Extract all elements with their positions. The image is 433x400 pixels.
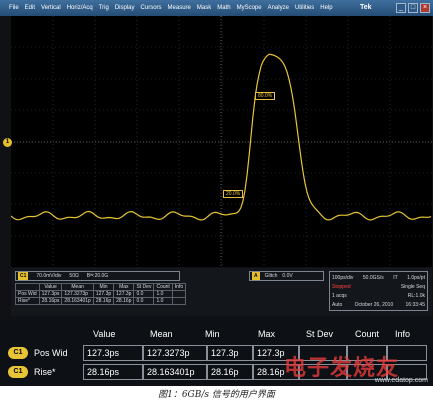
- menu-item-math[interactable]: Math: [214, 0, 233, 16]
- mini-header: Count: [153, 283, 173, 291]
- cell-mean: 127.3273p: [143, 345, 207, 361]
- header-stdev: St Dev: [306, 329, 334, 339]
- oscilloscope-window: File Edit Vertical Horiz/Acq Trig Display Curs…: [0, 0, 433, 386]
- watermark: 电子发烧友 www.edatop.com: [284, 350, 432, 384]
- figure-caption: 图1：6GB/s 信号的用户界面: [158, 390, 275, 400]
- menu-item-utilities[interactable]: Utilities: [292, 0, 317, 16]
- brand-logo: Tek: [360, 4, 372, 11]
- minimize-icon[interactable]: _: [396, 3, 406, 13]
- mini-cell: Rise*: [15, 297, 40, 305]
- measurement-name: Pos Wid: [34, 348, 68, 358]
- mini-header: Min: [92, 283, 115, 291]
- channel-chip: C1: [18, 272, 29, 280]
- time-scale: 100ps/div: [332, 275, 354, 281]
- mini-header: [15, 283, 40, 291]
- header-value: Value: [93, 329, 116, 339]
- channel-chip: C1: [8, 366, 28, 378]
- mini-cell: 0.0: [133, 297, 155, 305]
- header-count: Count: [355, 329, 380, 339]
- acq-mode: IT: [393, 275, 398, 281]
- menu-item-mask[interactable]: Mask: [194, 0, 214, 16]
- impedance: 50Ω: [69, 273, 79, 279]
- ref-level-low: 20.0%: [223, 190, 244, 198]
- menu-item-file[interactable]: File: [6, 0, 22, 16]
- close-icon[interactable]: ×: [420, 3, 430, 13]
- menu-item-help[interactable]: Help: [317, 0, 335, 16]
- table-row[interactable]: Rise* 28.16ps 28.163401p 28.16p 28.16p 0…: [15, 297, 187, 305]
- mini-header: Value: [38, 283, 63, 291]
- mini-cell: Pos Wid: [15, 290, 40, 298]
- menu-item-trig[interactable]: Trig: [96, 0, 112, 16]
- run-state: Stopped: [332, 284, 351, 290]
- menu-items: File Edit Vertical Horiz/Acq Trig Display Curs…: [0, 0, 336, 16]
- record-length: RL:1.0k: [407, 293, 425, 299]
- mini-cell: 127.3p: [113, 290, 135, 298]
- mini-cell: [171, 290, 187, 298]
- mini-header: St Dev: [133, 283, 155, 291]
- mini-measure-table: Value Mean Min Max St Dev Count Info Pos…: [15, 283, 187, 305]
- date-label: Auto: [332, 302, 343, 308]
- mini-cell: 0.0: [133, 290, 155, 298]
- channel-1-marker[interactable]: 1: [3, 138, 12, 147]
- menu-item-display[interactable]: Display: [112, 0, 138, 16]
- restore-icon[interactable]: □: [408, 3, 418, 13]
- menu-item-myscope[interactable]: MyScope: [234, 0, 265, 16]
- mini-cell: 1.0: [153, 297, 173, 305]
- mini-cell: [171, 297, 187, 305]
- menu-item-measure[interactable]: Measure: [165, 0, 194, 16]
- waveform-display[interactable]: 80.0% 20.0%: [11, 16, 432, 267]
- mini-header: Info: [171, 283, 187, 291]
- mini-cell: 28.16p: [92, 297, 115, 305]
- mini-header: Mean: [61, 283, 94, 291]
- acq-count: 1 acqs: [332, 293, 347, 299]
- resolution: 1.0ps/pt: [407, 275, 425, 281]
- mini-cell: 127.3p: [92, 290, 115, 298]
- channel-chip: C1: [8, 347, 28, 359]
- bandwidth: Bᵂ:20.0G: [86, 273, 109, 279]
- cell-min: 28.16p: [207, 364, 253, 380]
- watermark-url: www.edatop.com: [374, 377, 428, 384]
- vertical-scale: 70.0mV/div: [36, 273, 62, 279]
- mini-cell: 28.16ps: [38, 297, 63, 305]
- menu-item-analyze[interactable]: Analyze: [265, 0, 292, 16]
- mini-cell: 127.3ps: [38, 290, 63, 298]
- measurement-name: Rise*: [34, 367, 56, 377]
- status-strip: C1 70.0mV/div 50Ω Bᵂ:20.0G A Glitch 0.0V…: [11, 268, 432, 316]
- cell-value: 28.16ps: [83, 364, 143, 380]
- trigger-chip: A: [252, 272, 260, 280]
- date: October 26, 2010: [354, 302, 394, 308]
- acquisition-readout[interactable]: 100ps/div 50.0GS/s IT 1.0ps/pt Stopped S…: [329, 271, 428, 311]
- menu-item-vertical[interactable]: Vertical: [38, 0, 64, 16]
- mini-cell: 28.16p: [113, 297, 135, 305]
- trigger-readout[interactable]: A Glitch 0.0V: [249, 271, 324, 281]
- cell-min: 127.3p: [207, 345, 253, 361]
- ref-level-high: 80.0%: [255, 92, 276, 100]
- mini-header: Max: [113, 283, 135, 291]
- menu-item-edit[interactable]: Edit: [22, 0, 38, 16]
- mini-cell: 1.0: [153, 290, 173, 298]
- trigger-level: 0.0V: [282, 273, 293, 279]
- menu-item-horiz-acq[interactable]: Horiz/Acq: [64, 0, 96, 16]
- sample-rate: 50.0GS/s: [362, 275, 384, 281]
- graticule: [11, 16, 432, 267]
- trigger-type: Glitch: [264, 273, 278, 279]
- menu-item-cursors[interactable]: Cursors: [138, 0, 165, 16]
- table-row[interactable]: Pos Wid 127.3ps 127.3273p 127.3p 127.3p …: [15, 290, 187, 298]
- header-mean: Mean: [150, 329, 173, 339]
- mini-cell: 127.3273p: [61, 290, 94, 298]
- channel-readout[interactable]: C1 70.0mV/div 50Ω Bᵂ:20.0G: [15, 271, 180, 281]
- time: 16:33:45: [405, 302, 425, 308]
- sequence-mode: Single Seq: [400, 284, 425, 290]
- header-max: Max: [258, 329, 276, 339]
- header-min: Min: [205, 329, 220, 339]
- menu-bar: File Edit Vertical Horiz/Acq Trig Display Curs…: [0, 0, 433, 16]
- header-info: Info: [395, 329, 411, 339]
- cell-mean: 28.163401p: [143, 364, 207, 380]
- measurement-header-row: Value Mean Min Max St Dev Count Info: [0, 324, 433, 344]
- mini-cell: 28.163401p: [61, 297, 94, 305]
- cell-value: 127.3ps: [83, 345, 143, 361]
